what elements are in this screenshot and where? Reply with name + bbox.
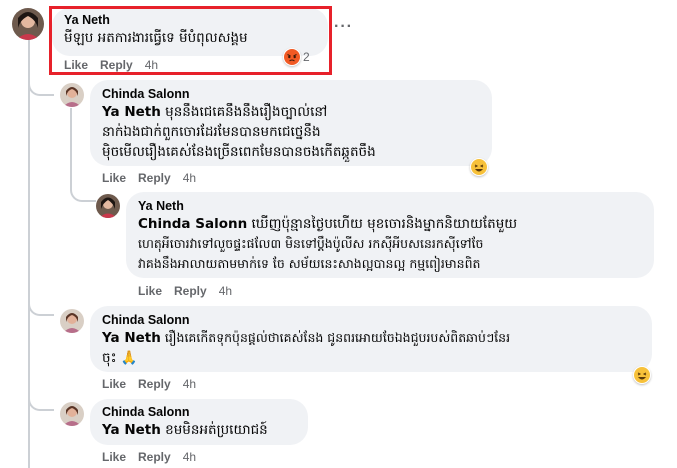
comment-bubble: Chinda Salonn Ya Neth មុននឹងជេគេនឹងនឹងរឿ… <box>90 80 492 166</box>
reply-button[interactable]: Reply <box>138 450 171 464</box>
reply-button[interactable]: Reply <box>174 284 207 298</box>
mention-link[interactable]: Ya Neth <box>102 104 161 120</box>
like-button[interactable]: Like <box>138 284 162 298</box>
thread-curve <box>28 82 54 96</box>
comment-text-line: Ya Neth ខមមិនអត់ប្រយោជន៍ <box>102 422 268 438</box>
avatar[interactable] <box>60 402 84 426</box>
thread-curve <box>70 180 96 202</box>
like-button[interactable]: Like <box>102 450 126 464</box>
mention-link[interactable]: Ya Neth <box>102 422 161 438</box>
comment-author[interactable]: Chinda Salonn <box>102 86 480 102</box>
comment-text-line: នាក់ឯងជាក់ពួកចោរដែរមែនបានមកជេថ្នេនឹង <box>102 124 321 140</box>
reply-button[interactable]: Reply <box>138 171 171 185</box>
comment-text-line: Ya Neth មុននឹងជេគេនឹងនឹងរឿងច្បាល់នៅ <box>102 104 328 120</box>
comment-time[interactable]: 4h <box>183 377 196 391</box>
avatar[interactable] <box>60 83 84 107</box>
more-dots-icon[interactable]: ··· <box>334 18 353 36</box>
comment-text-line: ចុះ 🙏 <box>102 350 138 366</box>
like-button[interactable]: Like <box>102 377 126 391</box>
avatar[interactable] <box>12 8 44 40</box>
comment-actions: Like Reply 4h <box>102 450 196 464</box>
avatar[interactable] <box>96 194 120 218</box>
laughing-emoji[interactable] <box>470 158 488 176</box>
reply-button[interactable]: Reply <box>138 377 171 391</box>
laughing-emoji[interactable] <box>633 366 651 384</box>
comment-actions: Like Reply 4h <box>102 171 196 185</box>
comment-text-line: ម៉ិចមើលរឿងគេស់នែងច្រើនពេកមែនបានចងកើតឆ្កួ… <box>102 144 376 160</box>
comment-text-line: ហេតុអីចោរវាទៅលួចផ្ទះផលែ៣ មិនទៅប្ដឹងប៉ូលី… <box>138 236 484 251</box>
comment-time[interactable]: 4h <box>183 171 196 185</box>
comment-text-line: វាគងនឹងអាលាយតាមមាក់ទេ ចែ សម័យនេះសាងល្អបា… <box>138 256 481 271</box>
comment-actions: Like Reply 4h <box>138 284 232 298</box>
comment-author[interactable]: Chinda Salonn <box>102 404 296 420</box>
thread-line-sub <box>70 108 72 190</box>
comment-time[interactable]: 4h <box>219 284 232 298</box>
comment-actions: Like Reply 4h <box>102 377 196 391</box>
comment-author[interactable]: Chinda Salonn <box>102 312 640 328</box>
like-button[interactable]: Like <box>102 171 126 185</box>
comment-text-line: Ya Neth រឿងគេកើតទុកប៉ុនផ្តល់ថាគេស់នែង ជូ… <box>102 330 511 346</box>
thread-curve <box>28 300 54 316</box>
mention-link[interactable]: Chinda Salonn <box>138 216 247 232</box>
comment-bubble: Chinda Salonn Ya Neth រឿងគេកើតទុកប៉ុនផ្ត… <box>90 306 652 372</box>
mention-link[interactable]: Ya Neth <box>102 330 161 346</box>
highlight-box <box>49 6 332 75</box>
thread-curve <box>28 395 54 411</box>
comment-author[interactable]: Ya Neth <box>138 198 642 214</box>
comment-time[interactable]: 4h <box>183 450 196 464</box>
comment-bubble: Chinda Salonn Ya Neth ខមមិនអត់ប្រយោជន៍ <box>90 399 308 445</box>
comment-text-line: Chinda Salonn ឃើញប៉ុន្មានថ្ងៃបហើយ មុខចោរ… <box>138 216 518 232</box>
comment-bubble: Ya Neth Chinda Salonn ឃើញប៉ុន្មានថ្ងៃបហើ… <box>126 192 654 278</box>
avatar[interactable] <box>60 309 84 333</box>
